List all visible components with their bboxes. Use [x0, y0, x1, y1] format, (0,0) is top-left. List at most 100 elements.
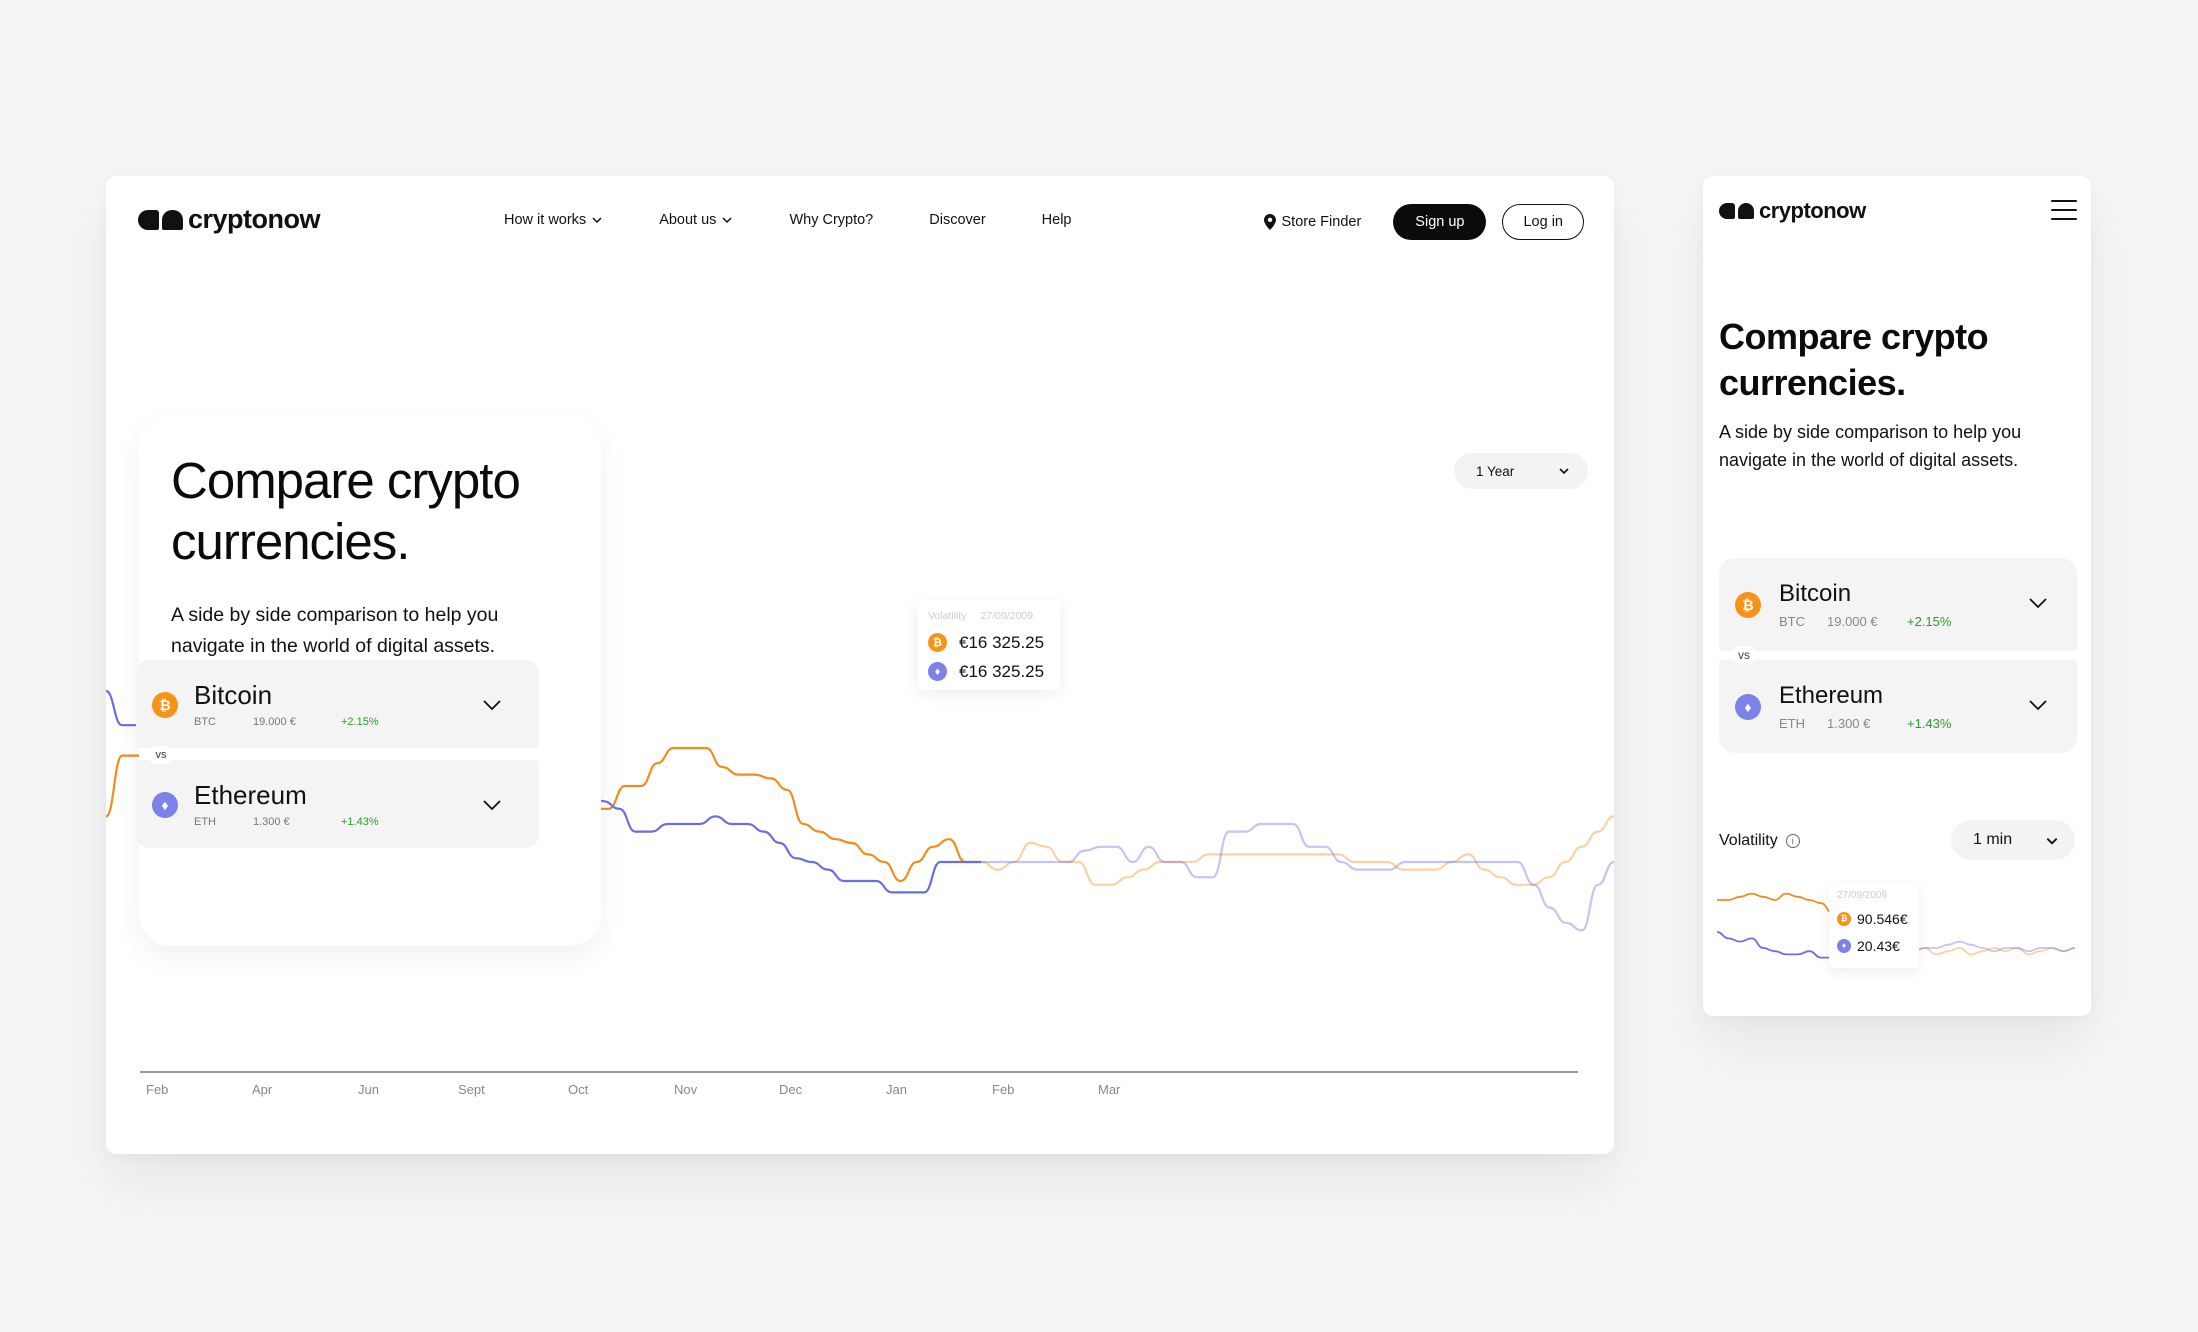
coin-select-ethereum[interactable]: ♦ Ethereum ETH 1.300 € +1.43%: [136, 760, 539, 848]
coin-meta: BTC 19.000 € +2.15%: [1779, 614, 1951, 629]
nav-label: About us: [659, 212, 717, 228]
chevron-down-icon: [722, 217, 732, 224]
mobile-frame: cryptonow Compare crypto currencies. A s…: [1703, 176, 2091, 1016]
x-tick-label: Mar: [1098, 1082, 1121, 1097]
volatility-text: Volatility: [1719, 832, 1778, 849]
nav-how-it-works[interactable]: How it works: [504, 212, 603, 228]
vs-badge: vs: [148, 746, 174, 764]
volatility-label: Volatility i: [1719, 832, 1800, 850]
chart-tooltip: Volatility 27/09/2009 ₿ €16 325.25 ♦ €16…: [918, 600, 1060, 690]
coin-symbol: BTC: [1779, 614, 1805, 629]
nav-help[interactable]: Help: [1042, 212, 1072, 228]
chevron-down-icon: [2029, 598, 2047, 609]
coin-comparison: ₿ Bitcoin BTC 19.000 € +2.15% vs ♦ Ether…: [136, 660, 539, 848]
desktop-frame: cryptonow How it works About us Why Cryp…: [106, 176, 1614, 1154]
coin-name: Ethereum: [1779, 682, 1884, 709]
x-tick-label: Feb: [992, 1082, 1015, 1097]
period-value: 1 Year: [1476, 463, 1515, 479]
nav-discover[interactable]: Discover: [929, 212, 985, 228]
location-pin-icon: [1263, 214, 1276, 230]
period-select[interactable]: 1 Year: [1454, 453, 1588, 489]
header-actions: Store Finder Sign up Log in: [1263, 204, 1584, 240]
bitcoin-icon: ₿: [1837, 911, 1851, 926]
coin-name: Bitcoin: [194, 680, 273, 710]
x-tick-label: Jun: [358, 1082, 379, 1097]
chevron-down-icon: [2046, 838, 2058, 845]
coin-change: +1.43%: [341, 816, 379, 828]
main-nav: How it works About us Why Crypto? Discov…: [504, 212, 1127, 228]
x-tick-label: Dec: [779, 1082, 803, 1097]
coin-price: 19.000 €: [253, 716, 296, 728]
logo-text: cryptonow: [1759, 198, 1866, 223]
title-line-1: Compare crypto: [171, 452, 521, 509]
x-tick-label: Sept: [458, 1082, 485, 1097]
tooltip-label: Volatility: [928, 610, 967, 622]
x-axis-line: [140, 1071, 1578, 1073]
tooltip-btc-row: ₿ 90.546€: [1837, 905, 1911, 932]
coin-price: 19.000 €: [1827, 614, 1878, 629]
coin-name: Ethereum: [194, 780, 307, 810]
coin-symbol: BTC: [194, 716, 216, 728]
logo-icon: [138, 209, 183, 230]
title-line-1: Compare crypto: [1719, 316, 1989, 357]
coin-select-ethereum[interactable]: ♦ Ethereum ETH 1.300 € +1.43%: [1719, 660, 2077, 753]
page-title: Compare crypto currencies.: [171, 450, 521, 572]
bitcoin-icon: ₿: [928, 633, 947, 652]
title-line-2: currencies.: [171, 513, 410, 570]
tooltip-date: 27/09/2009: [980, 610, 1034, 622]
tooltip-eth-row: ♦ €16 325.25: [928, 657, 1050, 686]
nav-why-crypto[interactable]: Why Crypto?: [789, 212, 873, 228]
coin-symbol: ETH: [1779, 716, 1805, 731]
coin-symbol: ETH: [194, 816, 216, 828]
coin-select-bitcoin[interactable]: ₿ Bitcoin BTC 19.000 € +2.15%: [1719, 558, 2077, 651]
chevron-down-icon: [592, 217, 602, 224]
store-finder-label: Store Finder: [1281, 214, 1362, 230]
chevron-down-icon: [2029, 700, 2047, 711]
logo-icon: [1719, 203, 1754, 219]
coin-meta: ETH 1.300 € +1.43%: [1779, 716, 1951, 731]
hero-subtitle: A side by side comparison to help you na…: [171, 604, 499, 657]
coin-price: 1.300 €: [1827, 716, 1871, 731]
nav-about-us[interactable]: About us: [659, 212, 733, 228]
nav-label: Discover: [929, 212, 986, 228]
mobile-chart-tooltip: 27/09/2009 ₿ 90.546€ ♦ 20.43€: [1829, 884, 1919, 968]
tooltip-date: 27/09/2009: [1837, 890, 1888, 901]
x-tick-label: Nov: [674, 1082, 698, 1097]
vs-badge: vs: [1731, 646, 1757, 664]
mobile-hero-subtitle: A side by side comparison to help you na…: [1719, 422, 2022, 470]
chevron-down-icon: [1559, 468, 1569, 475]
mobile-coin-comparison: ₿ Bitcoin BTC 19.000 € +2.15% vs ♦ Ether…: [1719, 558, 2077, 754]
mobile-logo[interactable]: cryptonow: [1719, 198, 1866, 224]
ethereum-icon: ♦: [928, 662, 947, 681]
tooltip-btc-value: 90.546€: [1857, 910, 1908, 927]
nav-label: Why Crypto?: [789, 212, 874, 228]
tooltip-btc-value: €16 325.25: [959, 632, 1045, 652]
coin-select-bitcoin[interactable]: ₿ Bitcoin BTC 19.000 € +2.15%: [136, 660, 539, 748]
hamburger-line: [2051, 209, 2077, 211]
log-in-button[interactable]: Log in: [1502, 204, 1584, 240]
ethereum-icon: ♦: [1837, 938, 1851, 953]
logo-text: cryptonow: [188, 204, 321, 234]
bitcoin-icon: ₿: [1735, 592, 1761, 618]
menu-button[interactable]: [2051, 200, 2077, 220]
mobile-page-title: Compare crypto currencies.: [1719, 314, 1989, 406]
sign-up-button[interactable]: Sign up: [1393, 204, 1487, 240]
chevron-down-icon: [483, 800, 501, 811]
tooltip-eth-value: €16 325.25: [959, 661, 1045, 681]
x-tick-label: Feb: [146, 1082, 169, 1097]
period-value: 1 min: [1973, 831, 2013, 848]
coin-change: +2.15%: [1907, 614, 1952, 629]
store-finder-link[interactable]: Store Finder: [1263, 214, 1362, 230]
coin-price: 1.300 €: [253, 816, 290, 828]
coin-name: Bitcoin: [1779, 580, 1852, 607]
chevron-down-icon: [483, 700, 501, 711]
mobile-period-select[interactable]: 1 min: [1951, 820, 2075, 860]
x-tick-label: Jan: [886, 1082, 907, 1097]
nav-label: Help: [1041, 212, 1072, 228]
hamburger-line: [2051, 218, 2077, 220]
info-icon[interactable]: i: [1785, 834, 1800, 848]
tooltip-btc-row: ₿ €16 325.25: [928, 628, 1050, 657]
nav-label: How it works: [504, 212, 587, 228]
logo[interactable]: cryptonow: [138, 204, 321, 235]
tooltip-eth-value: 20.43€: [1857, 937, 1900, 954]
